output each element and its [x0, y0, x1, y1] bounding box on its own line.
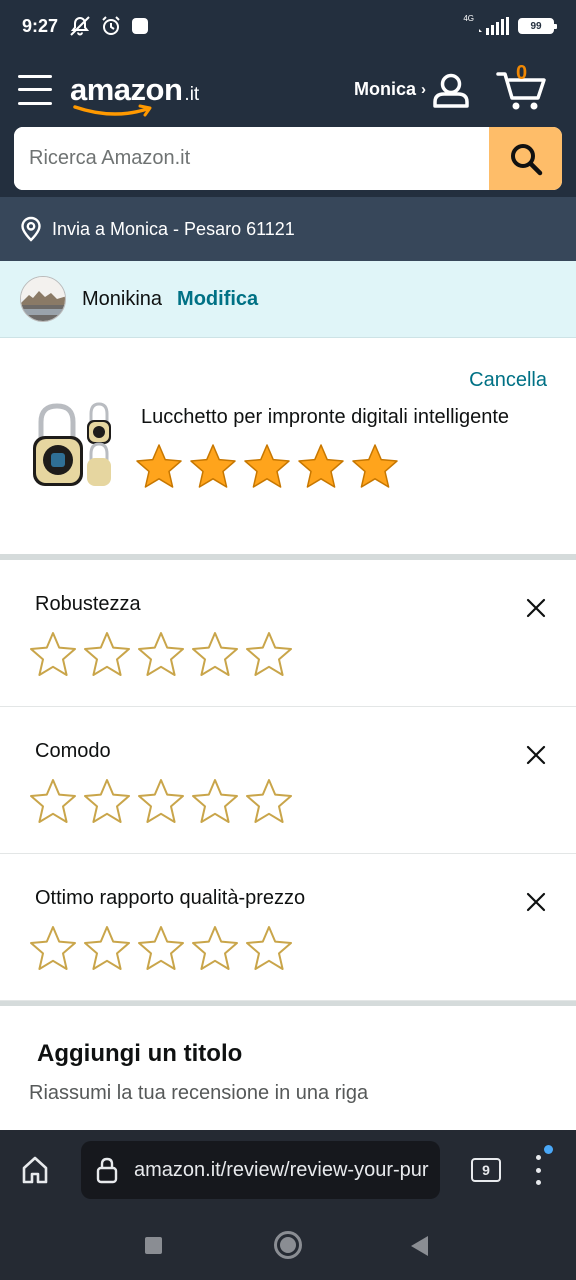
star-empty-icon[interactable]: [28, 630, 78, 678]
product-title: Lucchetto per impronte digitali intellig…: [141, 406, 509, 428]
star-empty-icon[interactable]: [28, 777, 78, 825]
more-options-button[interactable]: [533, 1145, 553, 1185]
status-icons: [68, 15, 150, 37]
browser-home-button[interactable]: [15, 1150, 55, 1190]
star-filled-icon[interactable]: [242, 442, 292, 490]
star-filled-icon[interactable]: [350, 442, 400, 490]
search-button[interactable]: [489, 127, 562, 190]
attribute-row: Comodo: [0, 707, 576, 854]
account-button[interactable]: Monica ›: [354, 72, 470, 108]
back-button[interactable]: [411, 1236, 428, 1256]
star-empty-icon[interactable]: [190, 924, 240, 972]
avatar: [20, 276, 66, 322]
star-filled-icon[interactable]: [134, 442, 184, 490]
recent-apps-button[interactable]: [145, 1237, 162, 1254]
profile-bar: Monikina Modifica: [0, 261, 576, 338]
logo-text: amazon: [70, 71, 183, 107]
product-summary: Cancella Lucchetto per impronte digitali…: [0, 338, 576, 554]
review-title-input[interactable]: [29, 1082, 549, 1105]
status-time: 9:27: [22, 15, 59, 36]
attribute-star-rating[interactable]: [28, 630, 294, 678]
star-empty-icon[interactable]: [190, 630, 240, 678]
header: amazon .it Monica › 0: [0, 52, 576, 127]
hamburger-menu-icon[interactable]: [18, 74, 52, 105]
product-star-rating[interactable]: [134, 442, 400, 490]
search-icon: [510, 143, 542, 175]
review-title-section: Aggiungi un titolo: [0, 1006, 576, 1130]
user-icon: [433, 73, 469, 108]
close-icon[interactable]: [524, 596, 548, 620]
star-empty-icon[interactable]: [136, 777, 186, 825]
logo-smile-icon: [73, 104, 152, 116]
search-bar: [14, 127, 562, 190]
edit-profile-link[interactable]: Modifica: [177, 288, 258, 311]
logo-tld: .it: [184, 83, 200, 105]
search-section: [0, 127, 576, 197]
battery-icon: 99: [518, 18, 557, 34]
home-icon: [22, 1156, 48, 1184]
amazon-logo[interactable]: amazon .it: [70, 71, 200, 116]
status-bar: 9:27 4G 99: [0, 0, 576, 52]
tab-count: 9: [482, 1162, 490, 1178]
attribute-star-rating[interactable]: [28, 924, 294, 972]
mute-icon: [70, 16, 90, 36]
star-empty-icon[interactable]: [244, 777, 294, 825]
review-title-heading: Aggiungi un titolo: [37, 1040, 243, 1067]
attribute-label: Comodo: [35, 740, 111, 762]
star-empty-icon[interactable]: [28, 924, 78, 972]
star-empty-icon[interactable]: [244, 630, 294, 678]
lock-icon: [96, 1157, 118, 1184]
close-icon[interactable]: [524, 890, 548, 914]
alarm-icon: [102, 16, 120, 35]
star-filled-icon[interactable]: [296, 442, 346, 490]
browser-toolbar: amazon.it/review/review-your-purchases 9: [0, 1130, 576, 1210]
update-indicator-dot: [544, 1145, 553, 1154]
search-input[interactable]: [14, 127, 489, 190]
star-empty-icon[interactable]: [136, 630, 186, 678]
star-empty-icon[interactable]: [136, 924, 186, 972]
attribute-row: Robustezza: [0, 560, 576, 707]
delivery-text: Invia a Monica - Pesaro 61121: [52, 218, 295, 239]
tab-switcher-button[interactable]: 9: [471, 1158, 501, 1182]
url-text: amazon.it/review/review-your-purchases: [134, 1158, 429, 1181]
star-filled-icon[interactable]: [188, 442, 238, 490]
star-empty-icon[interactable]: [82, 630, 132, 678]
attribute-label: Robustezza: [35, 593, 141, 615]
account-label: Monica: [353, 79, 416, 99]
app-notification-icon: [132, 18, 149, 34]
delivery-location[interactable]: Invia a Monica - Pesaro 61121: [0, 197, 576, 261]
cart-button[interactable]: 0: [496, 62, 548, 112]
account-chevron: ›: [421, 81, 426, 98]
network-type: 4G: [463, 13, 474, 23]
system-nav-bar: [0, 1210, 576, 1280]
star-empty-icon[interactable]: [244, 924, 294, 972]
url-bar[interactable]: amazon.it/review/review-your-purchases: [81, 1141, 440, 1199]
cart-count: 0: [516, 61, 528, 84]
star-empty-icon[interactable]: [82, 924, 132, 972]
attribute-star-rating[interactable]: [28, 777, 294, 825]
battery-level: 99: [530, 20, 542, 32]
profile-name: Monikina: [82, 287, 163, 310]
attribute-label: Ottimo rapporto qualità-prezzo: [35, 887, 306, 909]
star-empty-icon[interactable]: [82, 777, 132, 825]
product-image: [33, 402, 111, 486]
star-empty-icon[interactable]: [190, 777, 240, 825]
signal-icon: [479, 17, 509, 35]
system-home-button[interactable]: [274, 1231, 302, 1259]
location-pin-icon: [21, 216, 41, 242]
close-icon[interactable]: [524, 743, 548, 767]
cancel-link[interactable]: Cancella: [469, 369, 547, 392]
status-right: 4G 99: [463, 13, 557, 35]
attribute-row: Ottimo rapporto qualità-prezzo: [0, 854, 576, 1001]
